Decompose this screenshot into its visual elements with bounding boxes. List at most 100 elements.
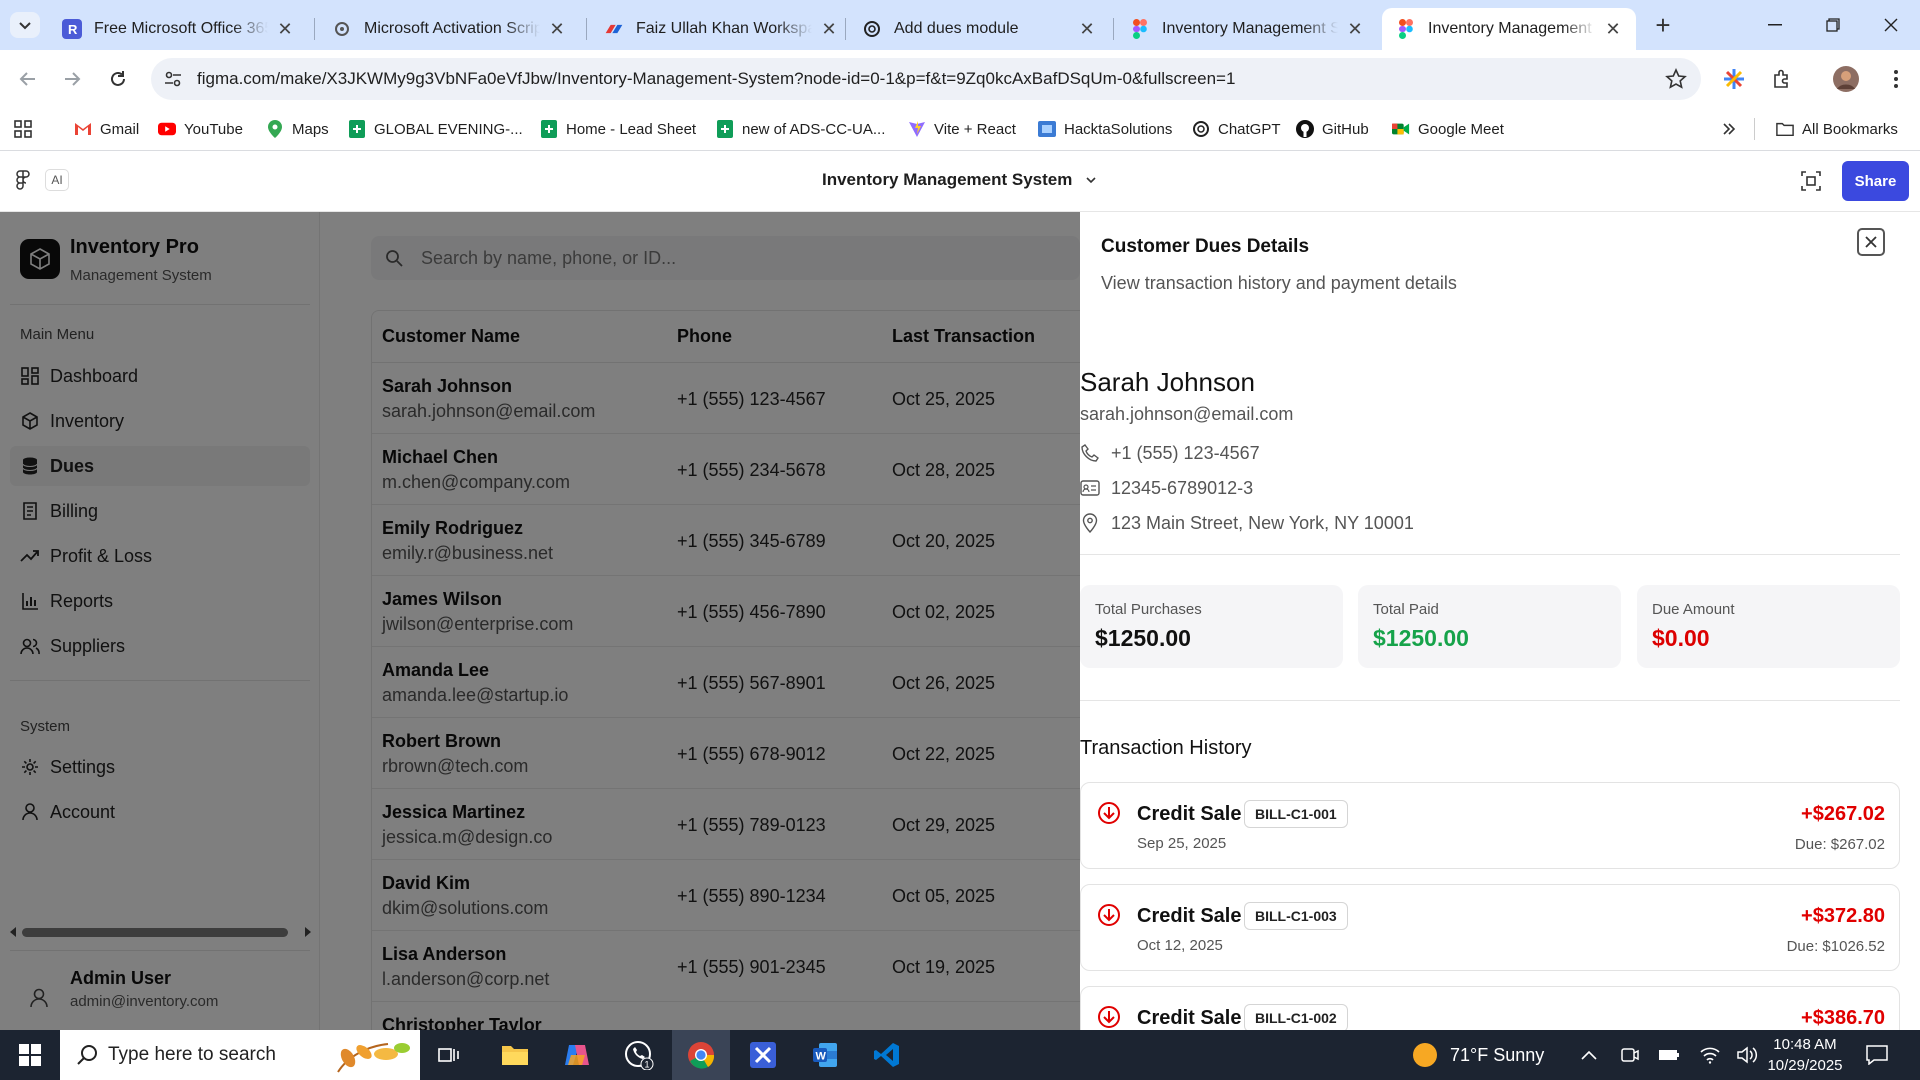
tray-battery[interactable] <box>1658 1030 1680 1080</box>
taskbar-search-placeholder: Type here to search <box>108 1044 276 1065</box>
close-drawer-button[interactable] <box>1857 228 1885 256</box>
apps-grid-button[interactable] <box>14 118 40 140</box>
bookmark-star-icon[interactable] <box>1665 68 1687 90</box>
stat-value: $1250.00 <box>1373 625 1469 651</box>
tray-volume[interactable] <box>1736 1030 1758 1080</box>
taskbar-chrome[interactable] <box>672 1030 730 1080</box>
modal-backdrop[interactable] <box>0 212 1080 1030</box>
bookmark-gmail[interactable]: Gmail <box>74 118 139 140</box>
bookmark-youtube[interactable]: YouTube <box>158 118 243 140</box>
transaction-card[interactable]: Credit Sale BILL-C1-002 +$386.70 <box>1080 986 1900 1030</box>
tray-overflow-button[interactable] <box>1580 1030 1598 1080</box>
stat-value: $1250.00 <box>1095 625 1191 651</box>
taskbar-clock[interactable]: 10:48 AM 10/29/2025 <box>1765 1034 1845 1076</box>
minimize-button[interactable] <box>1746 0 1804 50</box>
taskbar-copilot[interactable] <box>548 1030 606 1080</box>
taskbar-vscode[interactable] <box>858 1030 916 1080</box>
bookmark-hackta[interactable]: HacktaSolutions <box>1038 118 1172 140</box>
customer-email: sarah.johnson@email.com <box>1080 404 1294 424</box>
browser-tab-4[interactable]: Add dues module ✕ <box>848 8 1110 50</box>
task-view-button[interactable] <box>420 1030 478 1080</box>
chatgpt-icon <box>1192 120 1210 138</box>
stat-label: Due Amount <box>1652 601 1735 618</box>
sheets-icon <box>540 120 558 138</box>
close-icon[interactable]: ✕ <box>548 19 566 39</box>
taskbar-search-input[interactable]: Type here to search <box>60 1030 420 1080</box>
browser-tab-active[interactable]: Inventory Management Sy ✕ <box>1382 8 1636 50</box>
chevrons-right-icon <box>1720 120 1738 138</box>
weather-widget[interactable]: 71°F Sunny <box>1412 1030 1544 1080</box>
customer-phone-row: +1 (555) 123-4567 <box>1080 441 1260 465</box>
reload-button[interactable] <box>102 63 134 95</box>
close-window-button[interactable] <box>1862 0 1920 50</box>
site-info-icon[interactable] <box>163 69 183 89</box>
notifications-button[interactable] <box>1866 1030 1888 1080</box>
stat-total-paid: Total Paid $1250.00 <box>1358 585 1621 668</box>
id-card-icon <box>1080 478 1100 498</box>
drawer-divider <box>1080 554 1900 555</box>
stat-total-purchases: Total Purchases $1250.00 <box>1080 585 1343 668</box>
profile-avatar[interactable] <box>1830 63 1862 95</box>
transaction-card[interactable]: Credit Sale BILL-C1-003 Oct 12, 2025 +$3… <box>1080 884 1900 971</box>
extension-sparkle-button[interactable] <box>1718 63 1750 95</box>
transaction-date: Oct 12, 2025 <box>1137 937 1223 954</box>
browser-tab-1[interactable]: R Free Microsoft Office 365 F ✕ <box>48 8 308 50</box>
bookmark-github[interactable]: GitHub <box>1296 118 1369 140</box>
transaction-card[interactable]: Credit Sale BILL-C1-001 Sep 25, 2025 +$2… <box>1080 782 1900 869</box>
tab-title: Microsoft Activation Script <box>364 20 540 37</box>
plus-icon: + <box>1655 9 1671 40</box>
close-icon[interactable]: ✕ <box>1604 19 1622 39</box>
bookmark-maps[interactable]: Maps <box>266 118 329 140</box>
word-icon: W <box>813 1043 837 1067</box>
extensions-button[interactable] <box>1766 63 1798 95</box>
close-icon[interactable]: ✕ <box>1346 19 1364 39</box>
url-bar[interactable]: figma.com/make/X3JKWMy9g3VbNFa0eVfJbw/In… <box>151 58 1701 100</box>
inventory-app: Inventory Pro Management System Main Men… <box>0 212 1920 1030</box>
taskbar-file-explorer[interactable] <box>486 1030 544 1080</box>
taskbar-app-blue[interactable] <box>734 1030 792 1080</box>
tab-title: Add dues module <box>894 20 1019 37</box>
ai-badge[interactable]: AI <box>45 169 69 191</box>
tray-wifi[interactable] <box>1700 1030 1720 1080</box>
transaction-date: Sep 25, 2025 <box>1137 835 1227 852</box>
bill-badge: BILL-C1-003 <box>1244 902 1348 930</box>
new-tab-button[interactable]: + <box>1648 10 1678 40</box>
bookmark-vite-react[interactable]: Vite + React <box>908 118 1016 140</box>
bookmarks-overflow-button[interactable] <box>1720 118 1746 140</box>
all-bookmarks-button[interactable]: All Bookmarks <box>1776 118 1898 140</box>
bookmark-global-evening[interactable]: GLOBAL EVENING-... <box>348 118 523 140</box>
bill-badge: BILL-C1-002 <box>1244 1004 1348 1030</box>
share-button[interactable]: Share <box>1842 161 1909 201</box>
arrow-right-icon <box>65 72 81 86</box>
transaction-history-title: Transaction History <box>1080 737 1252 759</box>
browser-tab-3[interactable]: Faiz Ullah Khan Workspace ✕ <box>590 8 852 50</box>
browser-tab-2[interactable]: Microsoft Activation Script ✕ <box>318 8 580 50</box>
bookmark-google-meet[interactable]: Google Meet <box>1392 118 1504 140</box>
restore-button[interactable] <box>1804 0 1862 50</box>
task-view-icon <box>438 1048 459 1062</box>
transaction-type: Credit Sale <box>1137 905 1242 927</box>
present-frame-icon[interactable] <box>1800 170 1822 192</box>
close-icon[interactable]: ✕ <box>276 19 294 39</box>
browser-tab-5[interactable]: Inventory Management Sy ✕ <box>1116 8 1378 50</box>
tray-meet-now[interactable] <box>1620 1030 1640 1080</box>
tab-search-button[interactable] <box>10 12 40 38</box>
back-button[interactable] <box>12 63 44 95</box>
bookmark-lead-sheet[interactable]: Home - Lead Sheet <box>540 118 696 140</box>
project-title-dropdown[interactable]: Inventory Management System <box>822 170 1096 190</box>
bookmark-chatgpt[interactable]: ChatGPT <box>1192 118 1281 140</box>
chevron-down-icon <box>1086 177 1096 184</box>
figma-logo-icon[interactable] <box>16 170 30 192</box>
forward-button[interactable] <box>56 63 88 95</box>
start-button[interactable] <box>0 1030 60 1080</box>
stat-due-amount: Due Amount $0.00 <box>1637 585 1900 668</box>
taskbar-word[interactable]: W <box>796 1030 854 1080</box>
customer-address-row: 123 Main Street, New York, NY 10001 <box>1080 511 1414 535</box>
bookmark-ads-cc[interactable]: new of ADS-CC-UA... <box>716 118 885 140</box>
taskbar-whatsapp[interactable]: 1 <box>610 1030 668 1080</box>
browser-menu-button[interactable] <box>1880 63 1912 95</box>
close-icon[interactable]: ✕ <box>820 19 838 39</box>
bookmarks-divider <box>1754 118 1755 140</box>
close-icon[interactable]: ✕ <box>1078 19 1096 39</box>
figma-icon <box>1130 19 1150 39</box>
